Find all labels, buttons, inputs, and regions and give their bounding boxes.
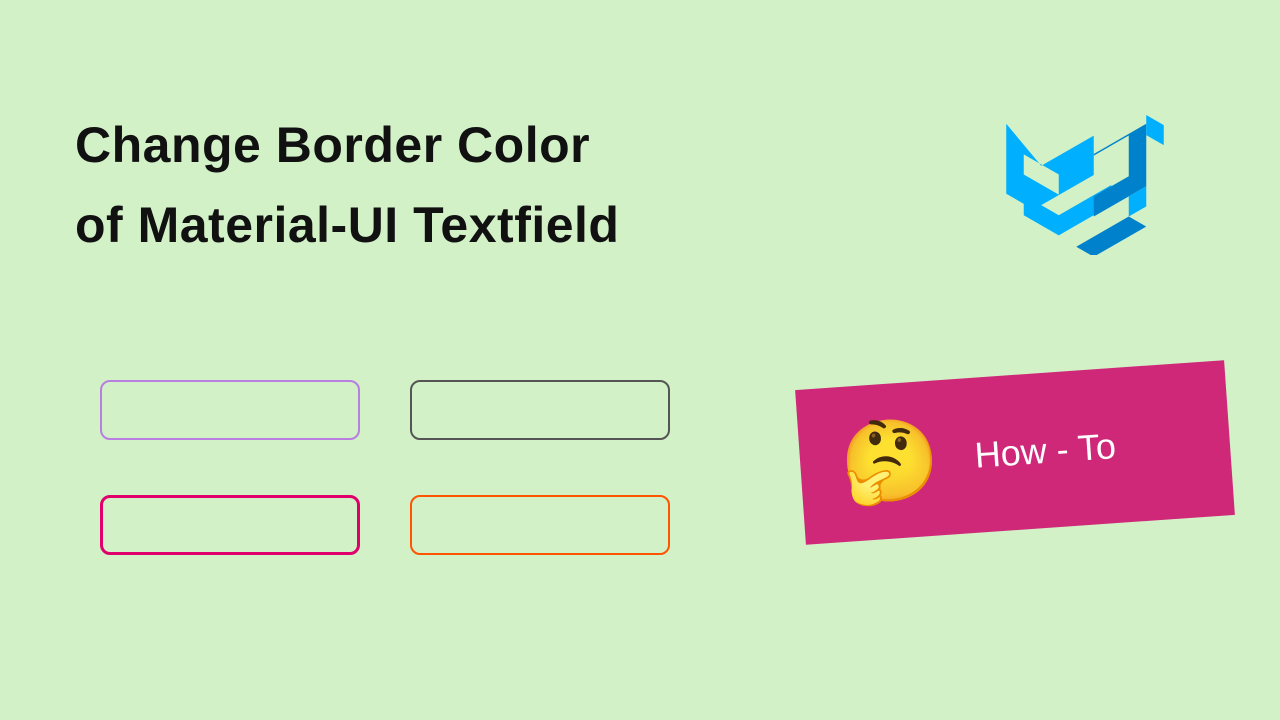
thinking-face-icon: 🤔 bbox=[838, 418, 943, 505]
howto-badge: 🤔 How - To bbox=[795, 360, 1235, 545]
textfield-gray[interactable] bbox=[410, 380, 670, 440]
textfield-orange[interactable] bbox=[410, 495, 670, 555]
title-line-1: Change Border Color bbox=[75, 105, 619, 185]
howto-label: How - To bbox=[973, 425, 1117, 477]
textfield-examples bbox=[100, 380, 670, 555]
title-line-2: of Material-UI Textfield bbox=[75, 185, 619, 265]
material-ui-logo-icon bbox=[1000, 115, 1170, 260]
page-title: Change Border Color of Material-UI Textf… bbox=[75, 105, 619, 265]
textfield-pink[interactable] bbox=[100, 495, 360, 555]
textfield-purple[interactable] bbox=[100, 380, 360, 440]
